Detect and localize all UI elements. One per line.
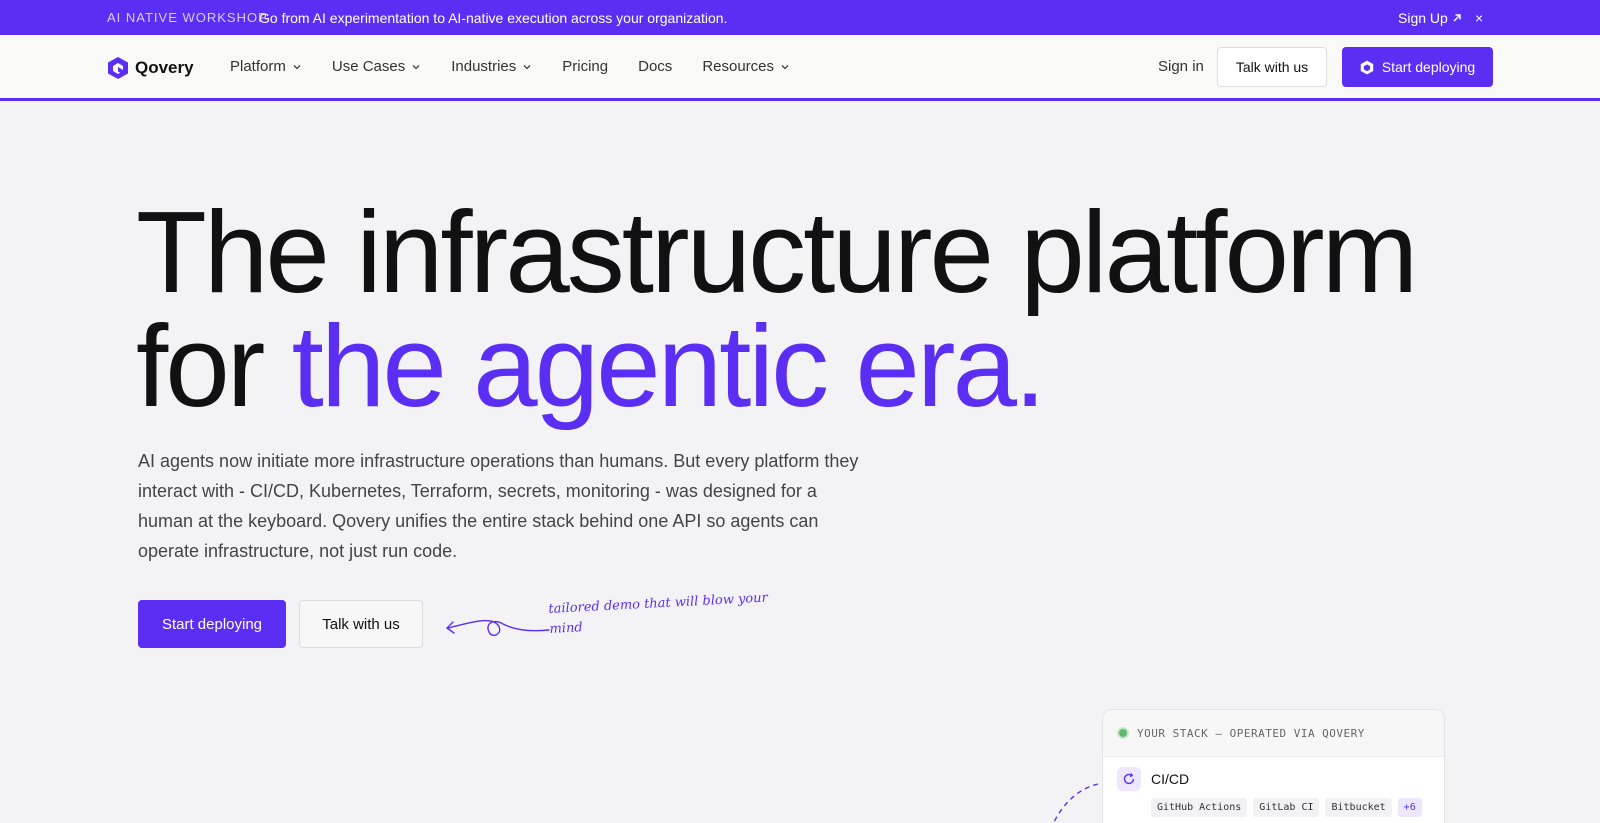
status-dot-icon bbox=[1117, 727, 1129, 739]
stack-tool-chips: GitHub Actions GitLab CI Bitbucket +6 bbox=[1151, 798, 1422, 817]
stack-header: YOUR STACK — OPERATED VIA QOVERY bbox=[1103, 710, 1444, 756]
qovery-logo-icon bbox=[108, 57, 128, 79]
tool-chip: Bitbucket bbox=[1325, 798, 1392, 817]
banner-signup-link[interactable]: Sign Up bbox=[1398, 0, 1462, 35]
dashed-connector bbox=[1053, 783, 1099, 823]
sign-in-link[interactable]: Sign in bbox=[1158, 35, 1204, 98]
nav-item-use-cases[interactable]: Use Cases bbox=[332, 58, 421, 75]
nav-item-platform[interactable]: Platform bbox=[230, 58, 302, 75]
tool-chip: GitLab CI bbox=[1253, 798, 1320, 817]
chevron-down-icon bbox=[412, 64, 420, 69]
talk-with-us-nav-button[interactable]: Talk with us bbox=[1217, 47, 1327, 87]
top-navigation: Qovery Platform Use Cases Industries Pri… bbox=[0, 35, 1600, 101]
nav-item-docs[interactable]: Docs bbox=[638, 58, 672, 75]
refresh-icon bbox=[1117, 767, 1141, 791]
nav-links: Platform Use Cases Industries Pricing Do… bbox=[230, 35, 820, 98]
more-tools-badge[interactable]: +6 bbox=[1397, 798, 1422, 817]
stack-category-label: CI/CD bbox=[1151, 771, 1190, 787]
logo-text: Qovery bbox=[135, 58, 194, 77]
nav-item-label: Platform bbox=[230, 58, 286, 75]
arrow-up-right-icon bbox=[1453, 13, 1461, 21]
demo-note: tailored demo that will blow your mind bbox=[548, 590, 769, 637]
nav-item-label: Resources bbox=[702, 58, 775, 75]
stack-body: CI/CD GitHub Actions GitLab CI Bitbucket… bbox=[1103, 756, 1444, 823]
scribble-arrow-icon bbox=[445, 619, 550, 636]
nav-item-resources[interactable]: Resources bbox=[702, 58, 790, 75]
hero-title-line2-plain: for bbox=[136, 301, 292, 431]
banner-text: Go from AI experimentation to AI-native … bbox=[259, 9, 728, 26]
nav-item-label: Pricing bbox=[562, 58, 609, 75]
stack-header-label: YOUR STACK — OPERATED VIA QOVERY bbox=[1137, 726, 1365, 740]
tool-chip: GitHub Actions bbox=[1151, 798, 1248, 817]
chevron-down-icon bbox=[523, 64, 531, 69]
hero-description: AI agents now initiate more infrastructu… bbox=[138, 451, 859, 561]
chevron-down-icon bbox=[293, 64, 301, 69]
hero-title-line1: The infrastructure platform bbox=[136, 187, 1418, 317]
nav-item-label: Docs bbox=[638, 58, 673, 75]
qovery-mark-icon bbox=[1360, 60, 1374, 74]
banner-tag: AI NATIVE WORKSHOP bbox=[107, 10, 268, 25]
close-icon[interactable]: × bbox=[1475, 0, 1483, 35]
nav-item-label: Industries bbox=[451, 58, 517, 75]
stack-card: YOUR STACK — OPERATED VIA QOVERY CI/CD G… bbox=[1102, 709, 1445, 823]
hero-title: The infrastructure platform for the agen… bbox=[136, 194, 1418, 424]
announcement-banner: AI NATIVE WORKSHOP Go from AI experiment… bbox=[0, 0, 1600, 35]
logo[interactable]: Qovery bbox=[107, 55, 194, 81]
stack-category-row: CI/CD bbox=[1117, 767, 1189, 791]
start-deploying-nav-button[interactable]: Start deploying bbox=[1342, 47, 1493, 87]
nav-item-industries[interactable]: Industries bbox=[451, 58, 532, 75]
hero-title-accent: the agentic era. bbox=[291, 301, 1047, 431]
chevron-down-icon bbox=[781, 64, 789, 69]
start-deploying-nav-label: Start deploying bbox=[1381, 59, 1476, 75]
start-deploying-button[interactable]: Start deploying bbox=[138, 600, 286, 648]
nav-item-label: Use Cases bbox=[331, 58, 406, 75]
banner-signup-label: Sign Up bbox=[1398, 9, 1448, 26]
talk-with-us-button[interactable]: Talk with us bbox=[299, 600, 423, 648]
nav-item-pricing[interactable]: Pricing bbox=[562, 58, 608, 75]
